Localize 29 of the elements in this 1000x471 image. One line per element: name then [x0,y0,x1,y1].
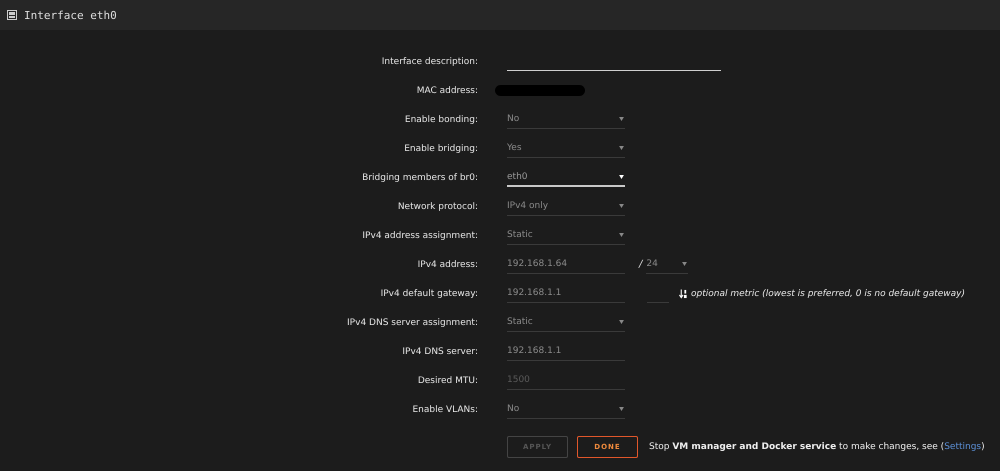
field-label: Bridging members of br0: [361,172,478,182]
field-label: IPv4 DNS server assignment: [346,318,478,328]
network-icon [7,10,17,20]
caret-icon [619,320,624,324]
window-title: Interface eth0 [24,8,117,22]
field-label: IPv4 address assignment: [361,230,478,240]
caret-icon [619,204,624,208]
field-label: IPv4 default gateway: [380,288,478,298]
caret-icon [619,407,624,411]
field-label: Network protocol: [396,202,478,212]
caret-icon [682,262,688,266]
field-label: Enable bridging: [403,144,478,154]
field-label: MAC address: [416,86,478,96]
field-label: IPv4 DNS server: [401,346,478,356]
caret-icon [619,174,624,178]
caret-icon [619,233,624,237]
caret-icon [619,117,624,121]
field-label: IPv4 address: [416,260,478,270]
separator-text: / [639,259,642,270]
hint-text: optional metric (lowest is preferred, 0 is no default gateway) [691,288,965,298]
field-label: Enable VLANs: [411,404,478,414]
settings-link[interactable]: Settings [944,442,982,452]
field-label: Interface description: [380,56,478,66]
sort-icon [679,288,688,298]
note-text: Stop VM manager and Docker service to make changes, see (Settings) [649,442,985,452]
field-label: Desired MTU: [416,376,478,386]
dropdown[interactable]: eth0 [507,168,625,186]
caret-icon [619,146,624,150]
field-label: Enable bonding: [404,114,478,124]
